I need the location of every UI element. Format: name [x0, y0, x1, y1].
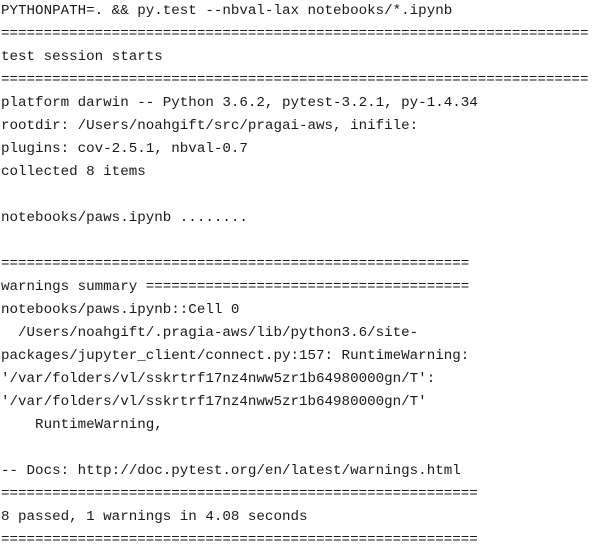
separator-line: ========================================… [1, 532, 478, 548]
separator-line: ========================================… [1, 72, 589, 88]
warning-type: RuntimeWarning, [1, 417, 163, 433]
separator-line: ========================================… [1, 256, 470, 272]
warning-location: notebooks/paws.ipynb::Cell 0 [1, 302, 240, 318]
collected-info: collected 8 items [1, 164, 146, 180]
test-progress: notebooks/paws.ipynb ........ [1, 210, 248, 226]
terminal-output: PYTHONPATH=. && py.test --nbval-lax note… [0, 0, 612, 548]
rootdir-info: rootdir: /Users/noahgift/src/pragai-aws,… [1, 118, 419, 134]
warnings-summary-header: warnings summary =======================… [1, 279, 470, 295]
warning-detail: '/var/folders/vl/sskrtrf17nz4nww5zr1b649… [1, 371, 436, 387]
docs-link: -- Docs: http://doc.pytest.org/en/latest… [1, 463, 461, 479]
warning-detail: '/var/folders/vl/sskrtrf17nz4nww5zr1b649… [1, 394, 427, 410]
command-line: PYTHONPATH=. && py.test --nbval-lax note… [1, 3, 453, 19]
platform-info: platform darwin -- Python 3.6.2, pytest-… [1, 95, 478, 111]
result-summary: 8 passed, 1 warnings in 4.08 seconds [1, 509, 308, 525]
warning-path: packages/jupyter_client/connect.py:157: … [1, 348, 470, 364]
separator-line: ========================================… [1, 486, 478, 502]
warning-path: /Users/noahgift/.pragia-aws/lib/python3.… [1, 325, 419, 341]
plugins-info: plugins: cov-2.5.1, nbval-0.7 [1, 141, 248, 157]
separator-line: ========================================… [1, 26, 589, 42]
session-header: test session starts [1, 49, 163, 65]
